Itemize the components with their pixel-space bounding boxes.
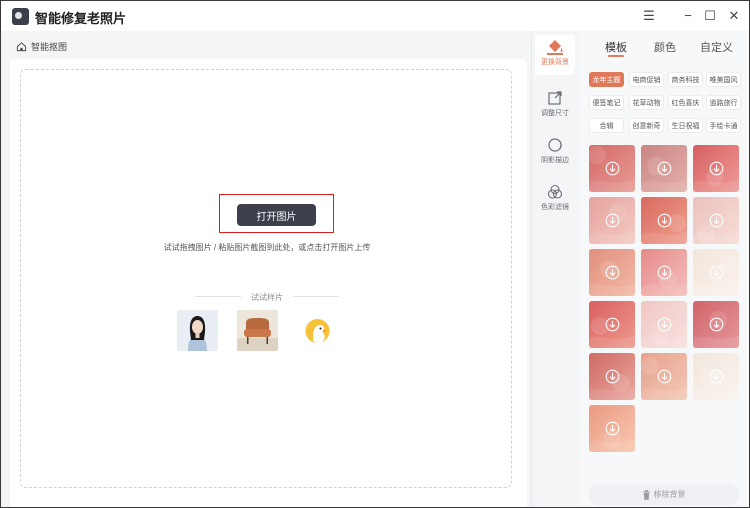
category-chip[interactable]: 龙年主题 bbox=[589, 72, 624, 87]
download-icon bbox=[709, 265, 724, 280]
template-thumbnail[interactable] bbox=[641, 353, 687, 400]
download-icon bbox=[657, 161, 672, 176]
template-thumbnail[interactable] bbox=[641, 249, 687, 296]
download-icon bbox=[657, 369, 672, 384]
maximize-button[interactable]: ☐ bbox=[702, 8, 718, 24]
shadow-stroke-icon bbox=[548, 138, 562, 152]
paint-bucket-icon bbox=[547, 40, 563, 55]
home-icon bbox=[16, 41, 27, 51]
download-icon bbox=[657, 213, 672, 228]
tool-label: 色彩滤镜 bbox=[541, 204, 569, 211]
tool-label: 调整尺寸 bbox=[541, 110, 569, 117]
category-chip[interactable]: 道路旅行 bbox=[706, 95, 741, 110]
tab-colors[interactable]: 颜色 bbox=[654, 39, 676, 55]
template-thumbnail[interactable] bbox=[589, 249, 635, 296]
template-thumbnail[interactable] bbox=[589, 145, 635, 192]
download-icon bbox=[605, 213, 620, 228]
app-logo-icon bbox=[12, 8, 29, 25]
samples-label: 试试样片 bbox=[251, 293, 283, 302]
category-chip[interactable]: 生日祝福 bbox=[668, 118, 703, 133]
template-thumbnail[interactable] bbox=[589, 405, 635, 452]
download-icon bbox=[709, 161, 724, 176]
portrait-icon bbox=[177, 310, 218, 351]
download-icon bbox=[605, 317, 620, 332]
minimize-button[interactable]: − bbox=[680, 8, 696, 24]
sample-armchair[interactable] bbox=[237, 310, 278, 351]
template-thumbnail[interactable] bbox=[589, 353, 635, 400]
category-chip[interactable]: 花草动物 bbox=[629, 95, 664, 110]
download-icon bbox=[657, 265, 672, 280]
app-window: 智能修复老照片 ☰ − ☐ ✕ 智能抠图 打开图片 试试拖拽图片 / 粘贴图片截… bbox=[0, 0, 750, 508]
category-chip[interactable]: 商务科技 bbox=[668, 72, 703, 87]
template-thumbnail[interactable] bbox=[589, 301, 635, 348]
template-panel: 模板 颜色 自定义 龙年主题 电商促销 商务科技 唯美国风 便签笔记 花草动物 … bbox=[578, 31, 749, 507]
remove-background-button[interactable]: 移除背景 bbox=[588, 484, 739, 505]
tool-shadow-stroke[interactable]: 阴影描边 bbox=[535, 133, 575, 173]
category-chip[interactable]: 手绘卡通 bbox=[706, 118, 741, 133]
download-icon bbox=[709, 213, 724, 228]
app-title: 智能修复老照片 bbox=[35, 11, 127, 26]
template-thumbnail[interactable] bbox=[693, 145, 739, 192]
breadcrumb-label: 智能抠图 bbox=[31, 41, 68, 52]
tool-color-filter[interactable]: 色彩滤镜 bbox=[535, 180, 575, 220]
work-area: 打开图片 试试拖拽图片 / 粘贴图片截图到此处，或点击打开图片上传 试试样片 bbox=[10, 59, 527, 507]
category-chip[interactable]: 唯美国风 bbox=[706, 72, 741, 87]
download-icon bbox=[657, 317, 672, 332]
template-thumbnail[interactable] bbox=[589, 197, 635, 244]
tool-column: 更换背景 调整尺寸 阴影描边 色彩滤镜 bbox=[531, 31, 577, 507]
template-thumbnail[interactable] bbox=[641, 197, 687, 244]
tool-resize[interactable]: 调整尺寸 bbox=[535, 86, 575, 126]
trash-icon bbox=[642, 489, 650, 500]
resize-icon bbox=[548, 91, 562, 105]
category-chip[interactable]: 创意新奇 bbox=[629, 118, 664, 133]
menu-icon[interactable]: ☰ bbox=[641, 8, 657, 24]
category-chip[interactable]: 电商促销 bbox=[629, 72, 664, 87]
download-icon bbox=[709, 317, 724, 332]
upload-hint: 试试拖拽图片 / 粘贴图片截图到此处，或点击打开图片上传 bbox=[163, 243, 371, 252]
download-icon bbox=[605, 161, 620, 176]
samples-divider: 试试样片 bbox=[195, 291, 339, 302]
category-chip[interactable]: 便签笔记 bbox=[589, 95, 624, 110]
tab-custom[interactable]: 自定义 bbox=[700, 39, 733, 55]
open-image-button[interactable]: 打开图片 bbox=[237, 204, 316, 226]
close-button[interactable]: ✕ bbox=[726, 8, 742, 24]
download-icon bbox=[605, 265, 620, 280]
download-icon bbox=[709, 369, 724, 384]
template-thumbnail[interactable] bbox=[693, 353, 739, 400]
template-thumbnail[interactable] bbox=[641, 301, 687, 348]
template-thumbnail[interactable] bbox=[641, 145, 687, 192]
chair-icon bbox=[237, 310, 278, 351]
category-chip[interactable]: 红色喜庆 bbox=[668, 95, 703, 110]
sample-woman-portrait[interactable] bbox=[177, 310, 218, 351]
category-chip[interactable]: 合辑 bbox=[589, 118, 624, 133]
download-icon bbox=[605, 369, 620, 384]
title-bar: 智能修复老照片 ☰ − ☐ ✕ bbox=[1, 1, 749, 31]
drop-zone[interactable]: 打开图片 试试拖拽图片 / 粘贴图片截图到此处，或点击打开图片上传 试试样片 bbox=[20, 69, 512, 488]
template-thumbnail[interactable] bbox=[693, 301, 739, 348]
color-filter-icon bbox=[547, 184, 563, 199]
tab-underline bbox=[608, 55, 624, 57]
tool-label: 阴影描边 bbox=[541, 157, 569, 164]
tab-templates[interactable]: 模板 bbox=[605, 39, 627, 55]
template-thumbnail[interactable] bbox=[693, 249, 739, 296]
sample-duck-cartoon[interactable] bbox=[297, 310, 338, 351]
main-area: 智能抠图 打开图片 试试拖拽图片 / 粘贴图片截图到此处，或点击打开图片上传 试… bbox=[1, 31, 531, 507]
breadcrumb[interactable]: 智能抠图 bbox=[16, 39, 67, 53]
tool-label: 更换背景 bbox=[541, 59, 569, 66]
download-icon bbox=[605, 421, 620, 436]
template-thumbnail[interactable] bbox=[693, 197, 739, 244]
remove-background-label: 移除背景 bbox=[653, 490, 686, 499]
duck-icon bbox=[297, 310, 338, 351]
tool-change-background[interactable]: 更换背景 bbox=[535, 35, 575, 75]
